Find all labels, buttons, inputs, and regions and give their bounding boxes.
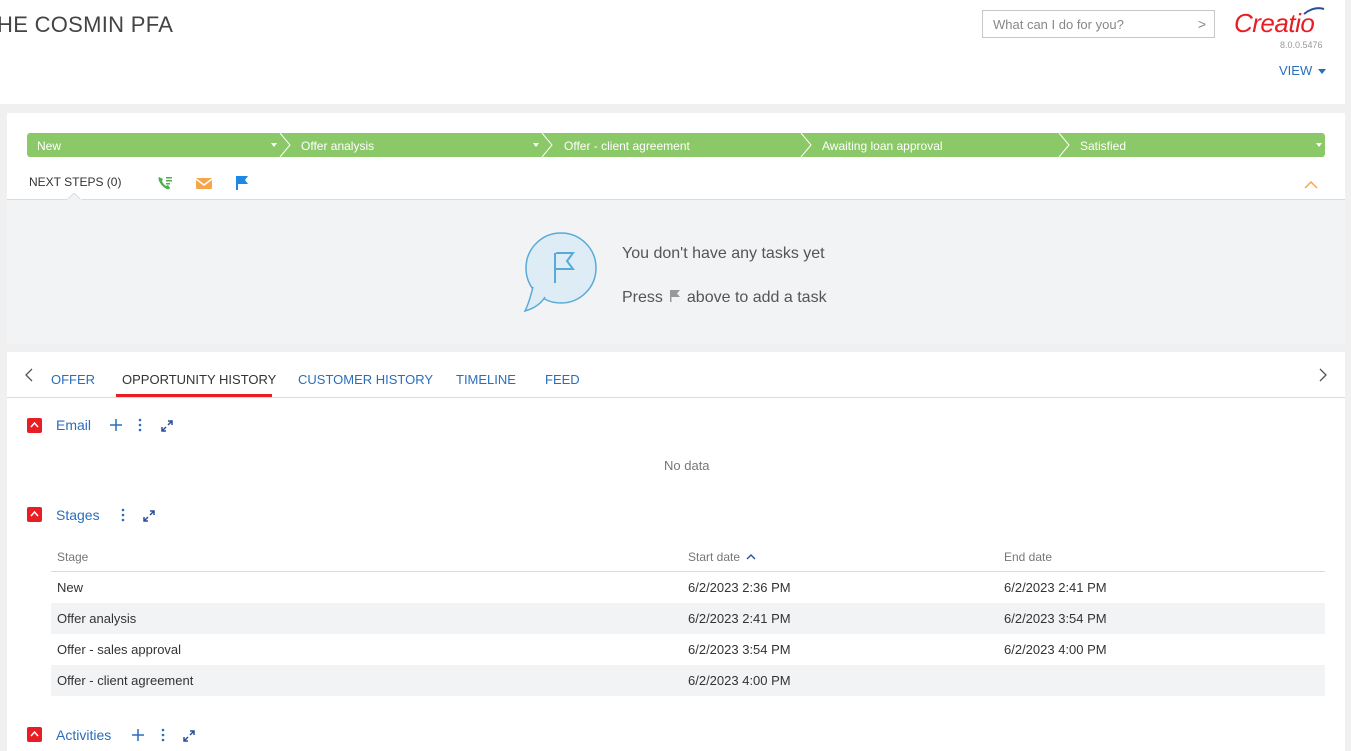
end-date-cell: 6/2/2023 3:54 PM xyxy=(1004,611,1107,626)
dropdown-arrow-icon[interactable] xyxy=(1316,143,1322,147)
phone-list-icon[interactable] xyxy=(156,174,174,192)
start-date-cell: 6/2/2023 2:36 PM xyxy=(688,580,791,595)
empty-hint-after: above to add a task xyxy=(686,289,827,306)
stages-table-header: Stage Start date End date xyxy=(51,544,1325,572)
stage-bar: New Offer analysis Offer - client agreem… xyxy=(27,133,1325,157)
stage-cell: Offer - sales approval xyxy=(57,642,182,657)
view-button[interactable]: VIEW xyxy=(1279,63,1327,78)
empty-tasks-title: You don't have any tasks yet xyxy=(622,245,825,262)
more-options-icon[interactable] xyxy=(137,418,143,432)
logo-swoosh-icon xyxy=(1303,7,1325,15)
expand-icon[interactable] xyxy=(182,729,196,743)
end-date-cell: 6/2/2023 4:00 PM xyxy=(1004,642,1107,657)
start-date-cell: 6/2/2023 4:00 PM xyxy=(688,673,791,688)
stage-offer-analysis[interactable]: Offer analysis xyxy=(291,133,549,157)
chevron-up-icon xyxy=(30,731,39,737)
detail-tabs-panel: OFFER OPPORTUNITY HISTORY CUSTOMER HISTO… xyxy=(7,352,1345,751)
tab-pointer xyxy=(67,193,81,200)
stage-cell: New xyxy=(57,580,84,595)
stage-cell: Offer - client agreement xyxy=(57,673,194,688)
view-button-label: VIEW xyxy=(1279,63,1313,78)
stage-separator xyxy=(541,133,553,157)
tabs-bar: OFFER OPPORTUNITY HISTORY CUSTOMER HISTO… xyxy=(7,352,1345,398)
expand-icon[interactable] xyxy=(160,419,174,433)
email-section-title[interactable]: Email xyxy=(56,417,91,433)
stage-cell: Offer analysis xyxy=(57,611,137,626)
stage-offer-client-agreement[interactable]: Offer - client agreement xyxy=(554,133,804,157)
column-header-start-date-label: Start date xyxy=(688,550,741,564)
stage-new[interactable]: New xyxy=(27,133,285,157)
search-placeholder: What can I do for you? xyxy=(993,17,1124,32)
table-row[interactable]: Offer - client agreement 6/2/2023 4:00 P… xyxy=(51,665,1325,696)
add-icon[interactable] xyxy=(109,418,123,432)
active-tab-indicator xyxy=(116,394,272,397)
column-header-stage[interactable]: Stage xyxy=(57,550,88,564)
table-row[interactable]: Offer - sales approval 6/2/2023 3:54 PM … xyxy=(51,634,1325,665)
stages-collapse-toggle[interactable] xyxy=(27,507,42,522)
dropdown-arrow-icon[interactable] xyxy=(271,143,277,147)
version-label: 8.0.0.5476 xyxy=(1280,40,1323,50)
stage-awaiting-loan-approval[interactable]: Awaiting loan approval xyxy=(812,133,1062,157)
column-header-start-date[interactable]: Start date xyxy=(688,550,756,564)
stage-label: New xyxy=(37,139,62,153)
stage-separator xyxy=(800,133,812,157)
stage-label: Awaiting loan approval xyxy=(822,139,943,153)
tasks-empty-area xyxy=(7,199,1345,344)
email-no-data: No data xyxy=(664,458,710,473)
table-row[interactable]: Offer analysis 6/2/2023 2:41 PM 6/2/2023… xyxy=(51,603,1325,634)
expand-icon[interactable] xyxy=(142,509,156,523)
activities-collapse-toggle[interactable] xyxy=(27,727,42,742)
add-icon[interactable] xyxy=(131,728,145,742)
next-steps-tab[interactable]: NEXT STEPS (0) xyxy=(29,175,121,189)
chevron-right-icon[interactable]: > xyxy=(1198,16,1206,32)
dropdown-arrow-icon[interactable] xyxy=(533,143,539,147)
column-header-end-date[interactable]: End date xyxy=(1004,550,1052,564)
command-search-input[interactable]: What can I do for you? > xyxy=(982,10,1215,38)
stage-label: Offer - client agreement xyxy=(564,139,690,153)
empty-hint-before: Press xyxy=(622,289,663,306)
page-title: HE COSMIN PFA xyxy=(0,12,174,37)
empty-tasks-illustration-icon xyxy=(523,232,597,313)
email-icon[interactable] xyxy=(195,174,213,192)
tab-timeline[interactable]: TIMELINE xyxy=(456,372,516,387)
email-collapse-toggle[interactable] xyxy=(27,418,42,433)
sort-ascending-icon xyxy=(746,554,756,560)
caret-down-icon xyxy=(1318,69,1327,75)
collapse-up-icon[interactable] xyxy=(1303,179,1319,189)
empty-tasks-hint: Press above to add a task xyxy=(622,289,827,307)
tab-opportunity-history[interactable]: OPPORTUNITY HISTORY xyxy=(122,372,276,387)
flag-icon[interactable] xyxy=(233,174,251,192)
stages-section-title[interactable]: Stages xyxy=(56,507,100,523)
more-options-icon[interactable] xyxy=(120,508,126,522)
stage-panel: New Offer analysis Offer - client agreem… xyxy=(7,113,1345,344)
start-date-cell: 6/2/2023 2:41 PM xyxy=(688,611,791,626)
end-date-cell: 6/2/2023 2:41 PM xyxy=(1004,580,1107,595)
flag-inline-icon xyxy=(669,290,680,302)
stage-separator xyxy=(1058,133,1070,157)
chevron-up-icon xyxy=(30,422,39,428)
chevron-left-icon[interactable] xyxy=(24,368,34,382)
stage-label: Satisfied xyxy=(1080,139,1127,153)
stage-label: Offer analysis xyxy=(301,139,375,153)
page-header: HE COSMIN PFA What can I do for you? > C… xyxy=(0,0,1345,104)
stage-separator xyxy=(279,133,291,157)
more-options-icon[interactable] xyxy=(160,728,166,742)
chevron-up-icon xyxy=(30,511,39,517)
start-date-cell: 6/2/2023 3:54 PM xyxy=(688,642,791,657)
table-row[interactable]: New 6/2/2023 2:36 PM 6/2/2023 2:41 PM xyxy=(51,572,1325,603)
tab-offer[interactable]: OFFER xyxy=(51,372,95,387)
activities-section-title[interactable]: Activities xyxy=(56,727,111,743)
tab-feed[interactable]: FEED xyxy=(545,372,580,387)
tab-customer-history[interactable]: CUSTOMER HISTORY xyxy=(298,372,433,387)
stage-satisfied[interactable]: Satisfied xyxy=(1070,133,1325,157)
chevron-right-icon[interactable] xyxy=(1318,368,1328,382)
